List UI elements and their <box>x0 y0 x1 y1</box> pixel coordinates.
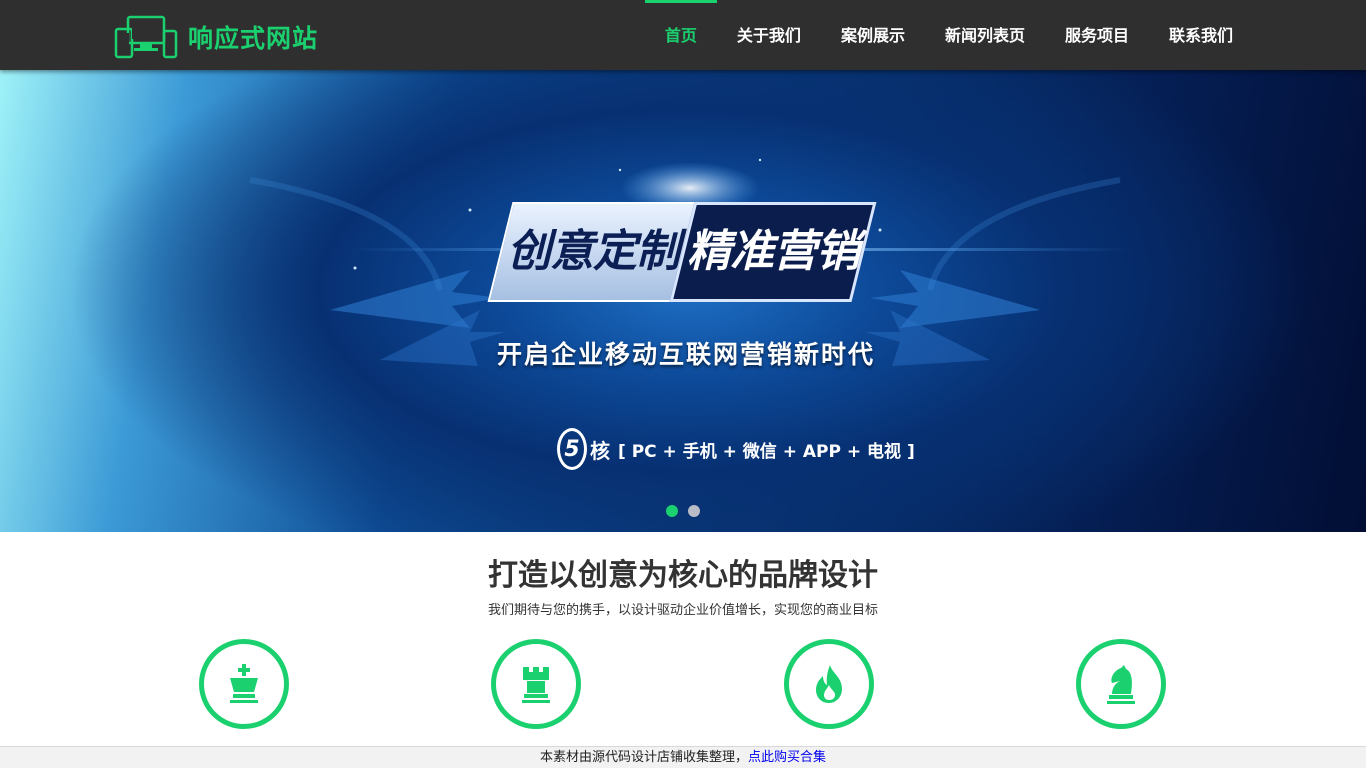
banner-subtitle-text: 开启企业移动互联网营销新时代 <box>496 340 875 369</box>
devices-logo-icon <box>114 15 178 59</box>
nav-item-home[interactable]: 首页 <box>644 0 717 70</box>
nav-item-about[interactable]: 关于我们 <box>717 0 821 70</box>
nav-item-services[interactable]: 服务项目 <box>1045 0 1149 70</box>
banner-platforms: 5 核 [ PC + 手机 + 微信 + APP + 电视 ] <box>557 428 915 470</box>
site-header: 响应式网站 首页 关于我们 案例展示 新闻列表页 服务项目 联系我们 <box>0 0 1366 70</box>
banner-slogan: 创意定制 精准营销 <box>487 202 877 302</box>
section-title: 打造以创意为核心的品牌设计 <box>488 558 878 593</box>
feature-icon-circle[interactable] <box>784 639 874 729</box>
purchase-link[interactable]: 点此购买合集 <box>748 750 826 765</box>
notice-bar: 本素材由源代码设计店铺收集整理，点此购买合集 <box>0 746 1366 768</box>
core-number-badge: 5 <box>557 428 587 470</box>
banner-subtitle: 开启企业移动互联网营销新时代 <box>0 335 1366 371</box>
carousel-dot-2[interactable] <box>688 505 700 517</box>
logo-text: 响应式网站 <box>188 24 319 53</box>
flame-icon <box>816 665 842 703</box>
feature-icon-circle[interactable] <box>491 639 581 729</box>
nav-item-cases[interactable]: 案例展示 <box>821 0 925 70</box>
section-subtitle: 我们期待与您的携手，以设计驱动企业价值增长，实现您的商业目标 <box>487 603 878 618</box>
core-platforms-text: [ PC + 手机 + 微信 + APP + 电视 ] <box>618 441 915 462</box>
carousel-dots <box>666 505 710 517</box>
main-nav: 首页 关于我们 案例展示 新闻列表页 服务项目 联系我们 <box>644 0 1253 70</box>
site-logo[interactable]: 响应式网站 <box>114 15 319 59</box>
chess-king-icon <box>230 664 258 703</box>
chess-knight-icon <box>1107 665 1135 704</box>
slogan-right-text: 精准营销 <box>687 226 860 277</box>
nav-item-news[interactable]: 新闻列表页 <box>925 0 1045 70</box>
chess-rook-icon <box>522 667 550 703</box>
notice-text: 本素材由源代码设计店铺收集整理， <box>539 750 748 765</box>
carousel-dot-1[interactable] <box>666 505 678 517</box>
nav-item-contact[interactable]: 联系我们 <box>1149 0 1253 70</box>
hero-banner[interactable]: 创意定制 精准营销 开启企业移动互联网营销新时代 5 核 [ PC + 手机 +… <box>0 70 1366 532</box>
feature-icon-circle[interactable] <box>199 639 289 729</box>
feature-icon-circle[interactable] <box>1076 639 1166 729</box>
core-char: 核 <box>590 438 610 463</box>
slogan-left-text: 创意定制 <box>507 226 680 277</box>
